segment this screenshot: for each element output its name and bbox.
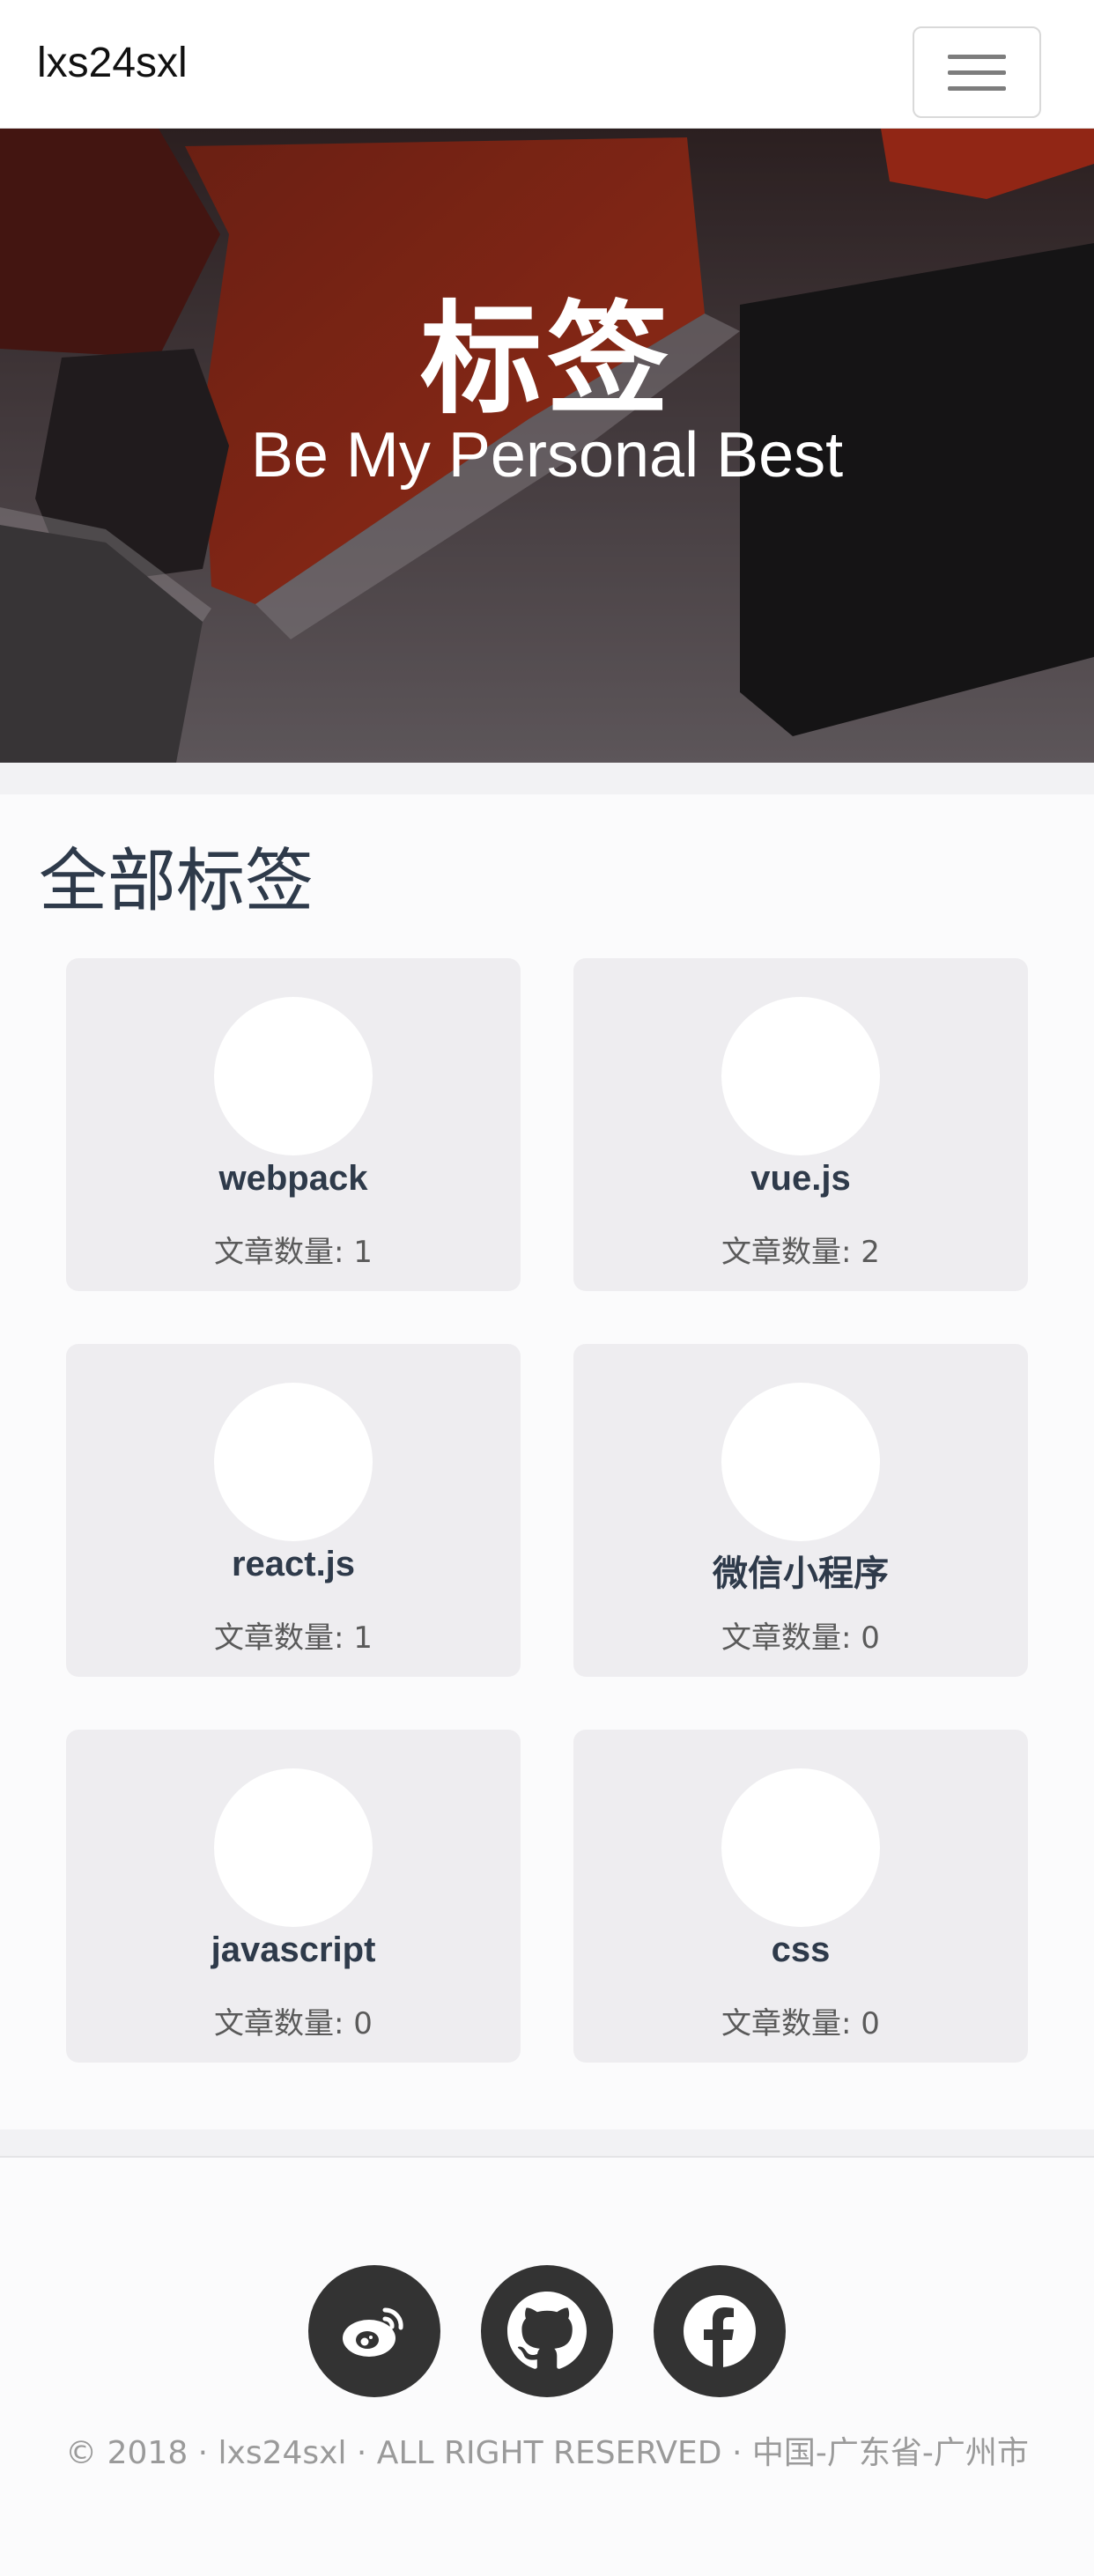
- copyright-text: © 2018 · lxs24sxl · ALL RIGHT RESERVED ·…: [65, 2435, 1029, 2471]
- github-icon: [507, 2292, 587, 2369]
- tag-avatar: [214, 1383, 373, 1541]
- tag-card[interactable]: react.js 文章数量: 1: [66, 1344, 521, 1677]
- tag-card[interactable]: javascript 文章数量: 0: [66, 1730, 521, 2063]
- navbar: lxs24sxl: [0, 0, 1094, 129]
- tag-name: vue.js: [750, 1159, 851, 1198]
- tag-card[interactable]: css 文章数量: 0: [573, 1730, 1028, 2063]
- tag-name: javascript: [211, 1930, 376, 1969]
- github-link[interactable]: [481, 2265, 613, 2397]
- tag-avatar: [721, 997, 880, 1155]
- brand-link[interactable]: lxs24sxl: [37, 39, 188, 87]
- tag-name: react.js: [231, 1545, 356, 1583]
- tag-card[interactable]: vue.js 文章数量: 2: [573, 958, 1028, 1291]
- tag-card[interactable]: webpack 文章数量: 1: [66, 958, 521, 1291]
- tag-article-count: 文章数量: 0: [721, 1620, 880, 1656]
- navbar-toggle-button[interactable]: [913, 26, 1041, 118]
- tag-avatar: [214, 1768, 373, 1927]
- tag-article-count: 文章数量: 2: [721, 1235, 880, 1270]
- facebook-link[interactable]: [654, 2265, 786, 2397]
- hamburger-menu-icon: [948, 54, 1006, 59]
- page-subtitle: Be My Personal Best: [250, 420, 844, 491]
- tag-avatar: [721, 1768, 880, 1927]
- tag-article-count: 文章数量: 0: [214, 2006, 373, 2041]
- tag-avatar: [214, 997, 373, 1155]
- tag-card[interactable]: 微信小程序 文章数量: 0: [573, 1344, 1028, 1677]
- tag-name: css: [771, 1930, 831, 1969]
- tag-article-count: 文章数量: 1: [214, 1620, 373, 1656]
- facebook-icon: [684, 2295, 756, 2368]
- footer: © 2018 · lxs24sxl · ALL RIGHT RESERVED ·…: [0, 2156, 1094, 2576]
- tag-article-count: 文章数量: 0: [721, 2006, 880, 2041]
- weibo-icon: [343, 2307, 403, 2357]
- tag-avatar: [721, 1383, 880, 1541]
- hamburger-menu-icon-bar: [948, 70, 1006, 75]
- weibo-link[interactable]: [308, 2265, 440, 2397]
- tags-section: 全部标签 webpack 文章数量: 1 vue.js 文章数量: 2 reac…: [0, 794, 1094, 2129]
- page-title: 标签: [419, 289, 674, 431]
- hamburger-menu-icon-bar: [948, 85, 1006, 91]
- tag-name: 微信小程序: [713, 1554, 889, 1593]
- tag-name: webpack: [218, 1159, 368, 1198]
- section-title: 全部标签: [39, 842, 314, 921]
- tag-article-count: 文章数量: 1: [214, 1235, 373, 1270]
- hero-banner: 标签 Be My Personal Best: [0, 129, 1094, 763]
